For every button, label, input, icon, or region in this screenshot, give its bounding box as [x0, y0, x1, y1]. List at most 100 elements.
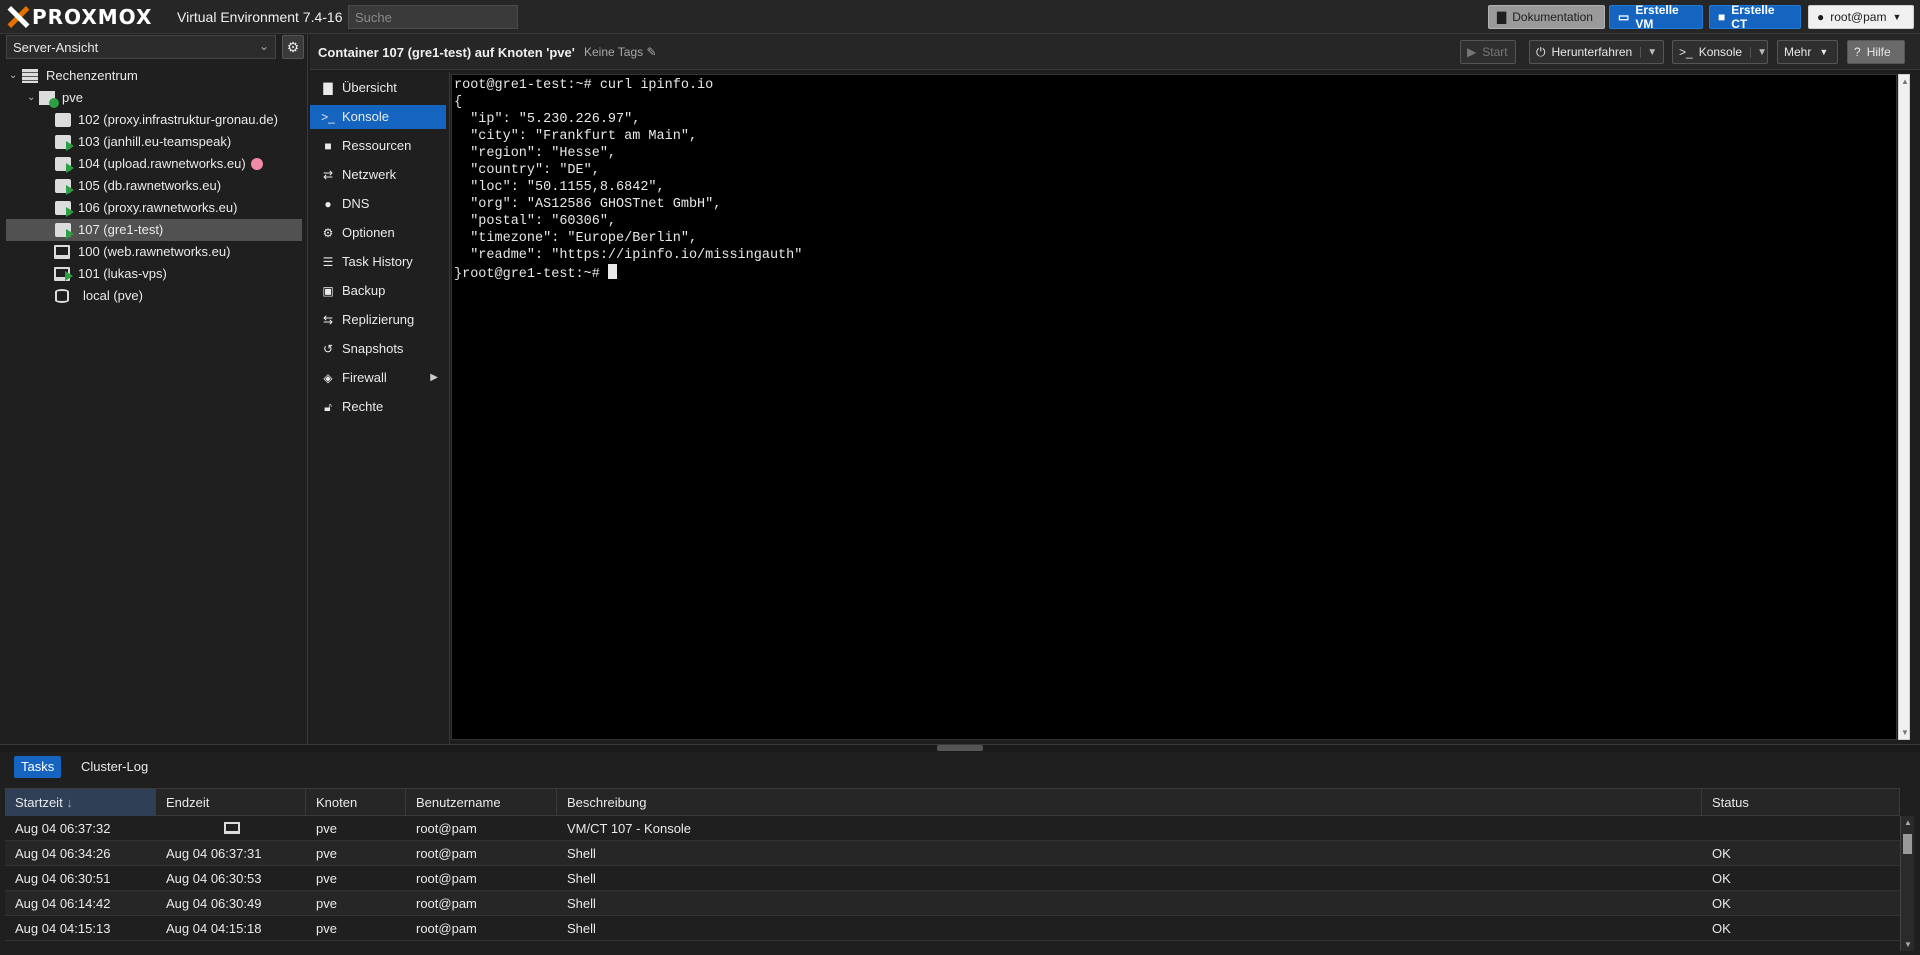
tree-item-ct-107[interactable]: 107 (gre1-test)	[6, 219, 302, 241]
terminal-cursor	[607, 264, 617, 279]
tags-edit[interactable]: Keine Tags ✎	[584, 45, 657, 59]
tree-item-ct-105[interactable]: 105 (db.rawnetworks.eu)	[0, 175, 308, 197]
column-header-node[interactable]: Knoten	[306, 789, 406, 816]
tree-item-label: 107 (gre1-test)	[78, 222, 164, 237]
terminal-prompt: }root@gre1-test:~#	[454, 267, 608, 282]
column-header-start[interactable]: Startzeit ↓	[5, 789, 156, 816]
nav-item-firewall[interactable]: ◈ Firewall ▶	[310, 366, 446, 390]
nav-item-console[interactable]: >_ Konsole	[310, 105, 446, 129]
chevron-down-icon: ▼	[1892, 12, 1902, 22]
console-button[interactable]: >_ Konsole ▼	[1672, 40, 1768, 64]
create-vm-button[interactable]: ▭ Erstelle VM	[1609, 3, 1703, 31]
tree-item-ct-102[interactable]: 102 (proxy.infrastruktur-gronau.de)	[0, 109, 308, 131]
tab-tasks[interactable]: Tasks	[14, 756, 62, 778]
chevron-right-icon[interactable]: ▶	[430, 366, 438, 390]
cell-description: VM/CT 107 - Konsole	[567, 821, 692, 836]
column-header-status[interactable]: Status	[1702, 789, 1900, 816]
terminal-icon: >_	[1679, 45, 1693, 59]
nav-label: Ressourcen	[342, 138, 412, 153]
nav-item-snapshots[interactable]: ↺ Snapshots	[310, 337, 446, 361]
column-header-user[interactable]: Benutzername	[406, 789, 557, 816]
book-icon: ▇	[323, 81, 333, 95]
terminal-scrollbar[interactable]: ▲ ▼	[1898, 74, 1910, 740]
tasks-scrollbar[interactable]: ▲ ▼	[1900, 816, 1914, 951]
help-button[interactable]: ? Hilfe	[1847, 40, 1905, 64]
container-icon	[55, 113, 71, 127]
user-menu-button[interactable]: ● root@pam ▼	[1808, 5, 1914, 29]
globe-icon: ●	[324, 197, 332, 211]
tree-item-label: 102 (proxy.infrastruktur-gronau.de)	[78, 112, 278, 127]
scroll-down-icon[interactable]: ▼	[1901, 728, 1909, 737]
nav-item-options[interactable]: ⚙ Optionen	[310, 221, 446, 245]
nav-item-task-history[interactable]: ☰ Task History	[310, 250, 446, 274]
top-bar: PROXMOX Virtual Environment 7.4-16 ▇ Dok…	[0, 0, 1920, 34]
version-label: Virtual Environment 7.4-16	[177, 9, 343, 25]
nav-item-resources[interactable]: ■ Ressourcen	[310, 134, 446, 158]
tree-item-node-pve[interactable]: ⌄ pve	[0, 87, 308, 109]
console-terminal[interactable]: root@gre1-test:~# curl ipinfo.io { "ip":…	[451, 74, 1897, 740]
nav-item-network[interactable]: ⇄ Netzwerk	[310, 163, 446, 187]
cell-user: root@pam	[416, 846, 477, 861]
tree-item-ct-104[interactable]: 104 (upload.rawnetworks.eu)	[0, 153, 308, 175]
tree-item-label: 100 (web.rawnetworks.eu)	[78, 244, 231, 259]
cell-status: OK	[1712, 846, 1731, 861]
shield-icon: ◈	[323, 371, 333, 385]
column-header-end[interactable]: Endzeit	[156, 789, 306, 816]
table-row[interactable]: Aug 04 06:14:42 Aug 04 06:30:49 pve root…	[5, 891, 1900, 916]
tree-item-vm-101[interactable]: 101 (lukas-vps)	[0, 263, 308, 285]
cell-end	[156, 816, 240, 841]
column-header-description[interactable]: Beschreibung	[557, 789, 1702, 816]
scroll-up-icon[interactable]: ▲	[1904, 818, 1912, 827]
table-row[interactable]: Aug 04 04:15:13 Aug 04 04:15:18 pve root…	[5, 916, 1900, 941]
help-label: Hilfe	[1866, 45, 1891, 59]
splitter-grip[interactable]	[937, 745, 983, 751]
gear-icon: ⚙	[286, 39, 300, 55]
table-row[interactable]: Aug 04 06:30:51 Aug 04 06:30:53 pve root…	[5, 866, 1900, 891]
proxmox-logo[interactable]: PROXMOX	[6, 5, 152, 29]
scroll-thumb[interactable]	[1903, 834, 1912, 854]
floppy-icon: ▣	[322, 284, 334, 298]
table-row[interactable]: Aug 04 06:37:32 pve root@pam VM/CT 107 -…	[5, 816, 1900, 841]
console-label: Konsole	[1698, 45, 1743, 59]
tree-item-ct-106[interactable]: 106 (proxy.rawnetworks.eu)	[0, 197, 308, 219]
scroll-up-icon[interactable]: ▲	[1901, 77, 1909, 86]
nav-item-backup[interactable]: ▣ Backup	[310, 279, 446, 303]
create-ct-label: Erstelle CT	[1731, 3, 1775, 31]
scroll-down-icon[interactable]: ▼	[1904, 940, 1912, 949]
table-row[interactable]: Aug 04 06:34:26 Aug 04 06:37:31 pve root…	[5, 841, 1900, 866]
create-ct-button[interactable]: ■ Erstelle CT	[1709, 3, 1801, 31]
cell-start: Aug 04 06:30:51	[15, 871, 111, 886]
gear-button[interactable]: ⚙	[282, 35, 304, 59]
documentation-button[interactable]: ▇ Dokumentation	[1488, 5, 1605, 29]
terminal-line: {	[454, 95, 463, 110]
table-header: Startzeit ↓ Endzeit Knoten Benutzername …	[5, 788, 1900, 816]
search-input[interactable]	[348, 5, 518, 29]
tree-item-label: local (pve)	[83, 288, 143, 303]
nav-item-permissions[interactable]: 🔓︎ Rechte	[310, 395, 446, 419]
tree-expand-icon[interactable]: ⌄	[27, 87, 35, 109]
terminal-icon: >_	[321, 110, 335, 124]
view-select[interactable]: Server-Ansicht ⌄	[6, 35, 276, 59]
start-button[interactable]: ▶ Start	[1460, 40, 1516, 64]
shutdown-button[interactable]: ⏻ Herunterfahren ▼	[1529, 40, 1664, 64]
column-header-label: Startzeit	[15, 795, 63, 810]
cell-description: Shell	[567, 846, 596, 861]
tree-item-vm-100[interactable]: 100 (web.rawnetworks.eu)	[0, 241, 308, 263]
tab-cluster-log[interactable]: Cluster-Log	[74, 756, 155, 778]
tree-item-storage-local[interactable]: local (pve)	[0, 285, 308, 307]
cell-status: OK	[1712, 871, 1731, 886]
cell-status	[1702, 816, 1712, 841]
chevron-down-icon[interactable]: ▼	[1750, 46, 1767, 58]
nav-item-dns[interactable]: ● DNS	[310, 192, 446, 216]
nav-item-replication[interactable]: ⇆ Replizierung	[310, 308, 446, 332]
tree-item-datacenter[interactable]: ⌄ Rechenzentrum	[0, 65, 308, 87]
panel-splitter[interactable]	[0, 744, 1920, 752]
task-panel: Tasks Cluster-Log Startzeit ↓ Endzeit Kn…	[0, 752, 1920, 955]
tree-item-ct-103[interactable]: 103 (janhill.eu-teamspeak)	[0, 131, 308, 153]
resource-tree-panel: Server-Ansicht ⌄ ⚙ ⌄ Rechenzentrum ⌄ pve…	[0, 34, 308, 744]
chevron-down-icon[interactable]: ▼	[1640, 46, 1657, 58]
tree-expand-icon[interactable]: ⌄	[9, 65, 17, 87]
more-button[interactable]: Mehr ▼	[1777, 40, 1838, 64]
nav-item-overview[interactable]: ▇ Übersicht	[310, 76, 446, 100]
terminal-line: "readme": "https://ipinfo.io/missingauth…	[454, 248, 803, 263]
